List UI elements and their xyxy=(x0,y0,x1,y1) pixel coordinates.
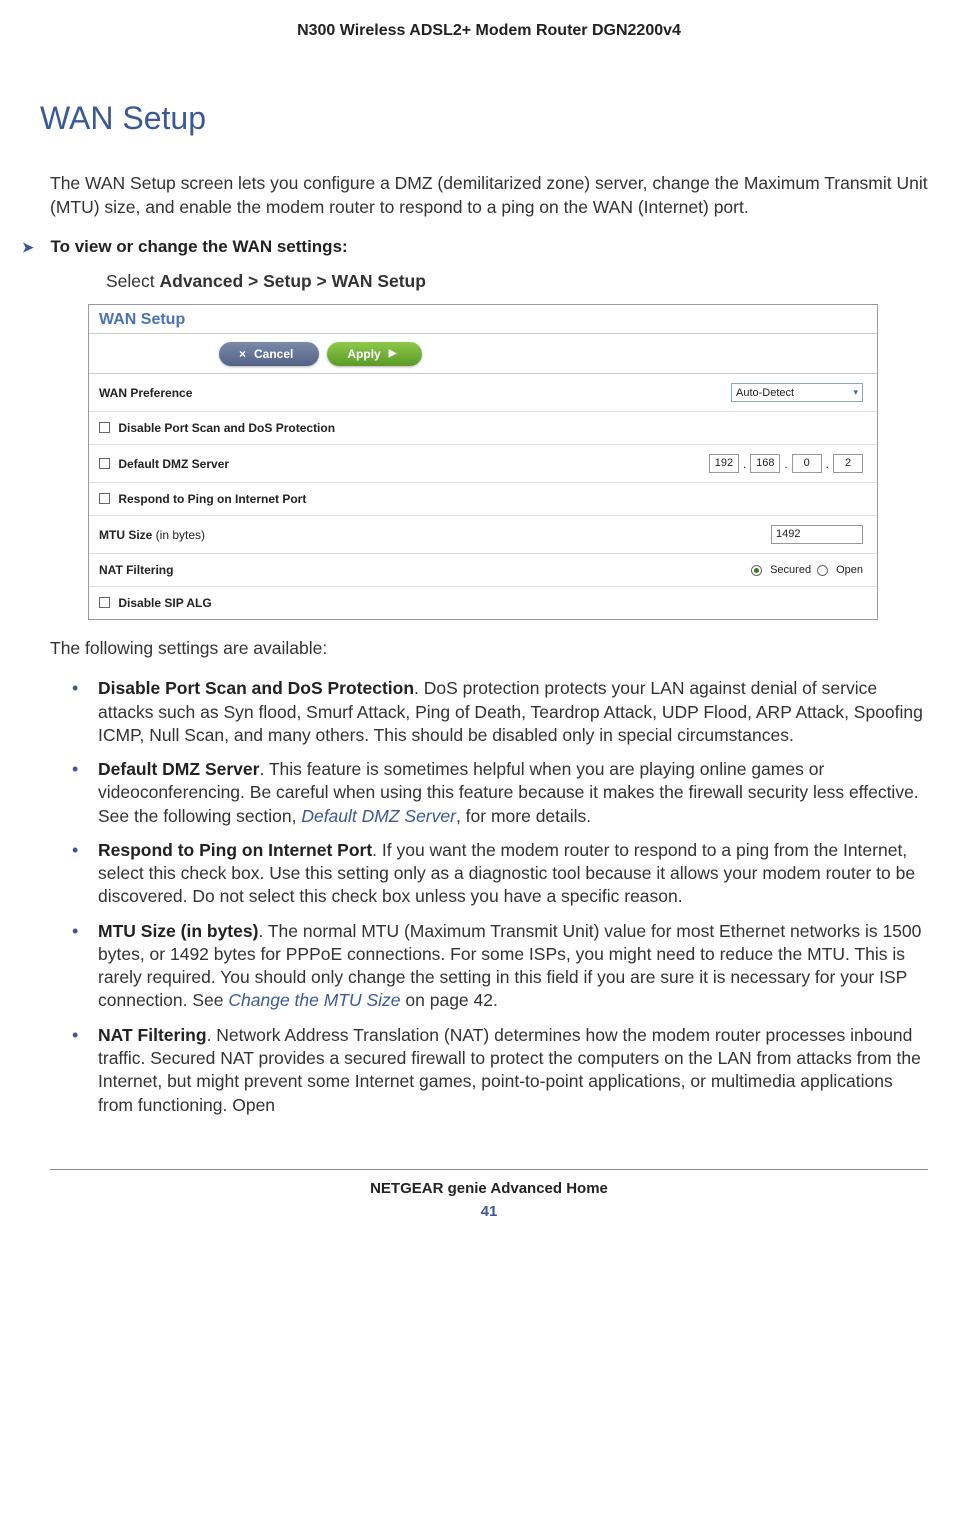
footer-text: NETGEAR genie Advanced Home xyxy=(50,1180,928,1197)
nat-secured-radio[interactable] xyxy=(751,565,762,576)
bullet-2-title: Default DMZ Server xyxy=(98,759,259,779)
dmz-ip-octet-1[interactable]: 192 xyxy=(709,454,739,473)
respond-ping-text: Respond to Ping on Internet Port xyxy=(118,492,306,506)
nat-secured-label: Secured xyxy=(770,564,811,576)
respond-ping-label: Respond to Ping on Internet Port xyxy=(99,492,306,506)
bullet-4-body-b: on page 42. xyxy=(401,990,498,1010)
disable-port-scan-text: Disable Port Scan and DoS Protection xyxy=(118,421,335,435)
default-dmz-row: Default DMZ Server 192. 168. 0. 2 xyxy=(89,445,877,483)
mtu-label-text: MTU Size xyxy=(99,528,152,542)
disable-port-scan-checkbox[interactable] xyxy=(99,422,110,433)
nat-radio-group: Secured Open xyxy=(751,564,863,576)
nat-open-radio[interactable] xyxy=(817,565,828,576)
settings-bullet-list: • Disable Port Scan and DoS Protection . … xyxy=(50,677,928,1117)
section-heading: WAN Setup xyxy=(40,100,928,137)
step-prefix: Select xyxy=(106,271,160,291)
bullet-mtu-size: • MTU Size (in bytes). The normal MTU (M… xyxy=(50,920,928,1013)
bullet-2-body-b: , for more details. xyxy=(456,806,591,826)
mtu-sub-text: (in bytes) xyxy=(152,528,205,542)
cancel-button[interactable]: × Cancel xyxy=(219,342,319,366)
bullet-disable-port-scan: • Disable Port Scan and DoS Protection. … xyxy=(50,677,928,747)
following-text: The following settings are available: xyxy=(50,638,928,659)
bullet-1-title: Disable Port Scan and DoS Protection xyxy=(98,678,414,698)
nat-filtering-label: NAT Filtering xyxy=(99,563,173,577)
procedure-heading: ➤ To view or change the WAN settings: xyxy=(50,237,928,257)
arrow-right-icon: ▶ xyxy=(389,348,397,359)
page-footer: NETGEAR genie Advanced Home 41 xyxy=(50,1169,928,1220)
ss-toolbar: × Cancel Apply ▶ xyxy=(89,334,877,374)
dmz-ip-octet-3[interactable]: 0 xyxy=(792,454,822,473)
bullet-3-title: Respond to Ping on Internet Port xyxy=(98,840,372,860)
bullet-5-title: NAT Filtering xyxy=(98,1025,207,1045)
bullet-default-dmz: • Default DMZ Server. This feature is so… xyxy=(50,758,928,828)
wan-setup-screenshot: WAN Setup × Cancel Apply ▶ WAN Preferenc… xyxy=(88,304,878,620)
step-path: Advanced > Setup > WAN Setup xyxy=(160,271,426,291)
disable-port-scan-label: Disable Port Scan and DoS Protection xyxy=(99,421,335,435)
ss-panel-title: WAN Setup xyxy=(89,305,877,334)
default-dmz-link[interactable]: Default DMZ Server xyxy=(301,806,456,826)
respond-ping-row: Respond to Ping on Internet Port xyxy=(89,483,877,516)
wan-preference-row: WAN Preference Auto-Detect ▾ xyxy=(89,374,877,412)
wan-preference-label: WAN Preference xyxy=(99,386,192,400)
chevron-down-icon: ▾ xyxy=(853,387,858,398)
bullet-marker-icon: • xyxy=(72,677,78,701)
bullet-5-body: . Network Address Translation (NAT) dete… xyxy=(98,1025,921,1115)
intro-paragraph: The WAN Setup screen lets you configure … xyxy=(50,172,928,219)
bullet-respond-ping: • Respond to Ping on Internet Port. If y… xyxy=(50,839,928,909)
disable-port-scan-row: Disable Port Scan and DoS Protection xyxy=(89,412,877,445)
bullet-marker-icon: • xyxy=(72,758,78,782)
procedure-heading-text: To view or change the WAN settings: xyxy=(50,237,347,256)
default-dmz-checkbox[interactable] xyxy=(99,458,110,469)
mtu-row: MTU Size (in bytes) 1492 xyxy=(89,516,877,554)
nat-filtering-row: NAT Filtering Secured Open xyxy=(89,554,877,587)
procedure-arrow-icon: ➤ xyxy=(22,239,34,256)
apply-button-label: Apply xyxy=(347,347,380,361)
bullet-marker-icon: • xyxy=(72,1024,78,1048)
disable-sip-row: Disable SIP ALG xyxy=(89,587,877,619)
dmz-ip-octet-4[interactable]: 2 xyxy=(833,454,863,473)
dmz-ip-group: 192. 168. 0. 2 xyxy=(709,454,863,473)
disable-sip-label: Disable SIP ALG xyxy=(99,596,212,610)
disable-sip-checkbox[interactable] xyxy=(99,597,110,608)
cancel-button-label: Cancel xyxy=(254,347,293,361)
bullet-marker-icon: • xyxy=(72,839,78,863)
dmz-ip-octet-2[interactable]: 168 xyxy=(750,454,780,473)
mtu-label: MTU Size (in bytes) xyxy=(99,528,205,542)
disable-sip-text: Disable SIP ALG xyxy=(118,596,211,610)
bullet-4-title: MTU Size (in bytes) xyxy=(98,921,258,941)
bullet-nat-filtering: • NAT Filtering. Network Address Transla… xyxy=(50,1024,928,1117)
page-header-title: N300 Wireless ADSL2+ Modem Router DGN220… xyxy=(50,0,928,90)
close-icon: × xyxy=(239,347,246,361)
respond-ping-checkbox[interactable] xyxy=(99,493,110,504)
mtu-input[interactable]: 1492 xyxy=(771,525,863,544)
wan-preference-select[interactable]: Auto-Detect ▾ xyxy=(731,383,863,402)
bullet-marker-icon: • xyxy=(72,920,78,944)
default-dmz-label: Default DMZ Server xyxy=(99,457,229,471)
wan-preference-value: Auto-Detect xyxy=(736,387,794,399)
nat-open-label: Open xyxy=(836,564,863,576)
change-mtu-link[interactable]: Change the MTU Size xyxy=(228,990,400,1010)
default-dmz-text: Default DMZ Server xyxy=(118,457,229,471)
footer-page-number: 41 xyxy=(50,1203,928,1220)
apply-button[interactable]: Apply ▶ xyxy=(327,342,422,366)
procedure-step: Select Advanced > Setup > WAN Setup xyxy=(106,271,928,292)
